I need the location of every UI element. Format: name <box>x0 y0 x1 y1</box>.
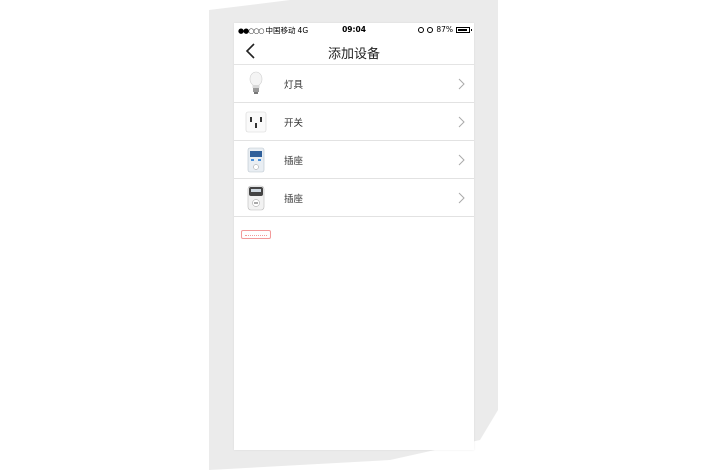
switch-icon <box>245 111 267 133</box>
nav-bar: 添加设备 <box>234 37 474 65</box>
chevron-right-icon <box>458 192 465 204</box>
device-label: 插座 <box>284 194 304 205</box>
battery-percent: 87% <box>436 25 453 34</box>
page-title: 添加设备 <box>327 47 380 62</box>
phone-screen: ●●○○○ 中国移动 4G 09:04 87% 添加设备 灯具 开关 插座 插座 <box>234 23 474 450</box>
device-label: 灯具 <box>284 80 304 91</box>
bulb-icon <box>249 71 263 94</box>
device-row-socket-meter[interactable]: 插座 <box>234 141 474 179</box>
alarm-icon <box>427 26 434 33</box>
chevron-right-icon <box>458 154 465 166</box>
battery-icon <box>456 26 472 33</box>
device-label: 插座 <box>284 156 304 167</box>
status-bar: ●●○○○ 中国移动 4G 09:04 87% <box>234 23 474 37</box>
device-list: 灯具 开关 插座 插座 <box>234 65 474 217</box>
device-row-lamp[interactable]: 灯具 <box>234 65 474 103</box>
device-row-switch[interactable]: 开关 <box>234 103 474 141</box>
rotation-lock-icon <box>418 26 425 33</box>
status-right: 87% <box>418 25 472 34</box>
link-dash <box>245 235 267 236</box>
chevron-right-icon <box>458 116 465 128</box>
chevron-right-icon <box>458 78 465 90</box>
socket-meter-icon <box>247 147 265 173</box>
device-row-socket-plug[interactable]: 插座 <box>234 179 474 217</box>
socket-plug-icon <box>247 185 265 211</box>
highlight-link-box[interactable] <box>241 230 271 239</box>
device-label: 开关 <box>284 118 304 129</box>
